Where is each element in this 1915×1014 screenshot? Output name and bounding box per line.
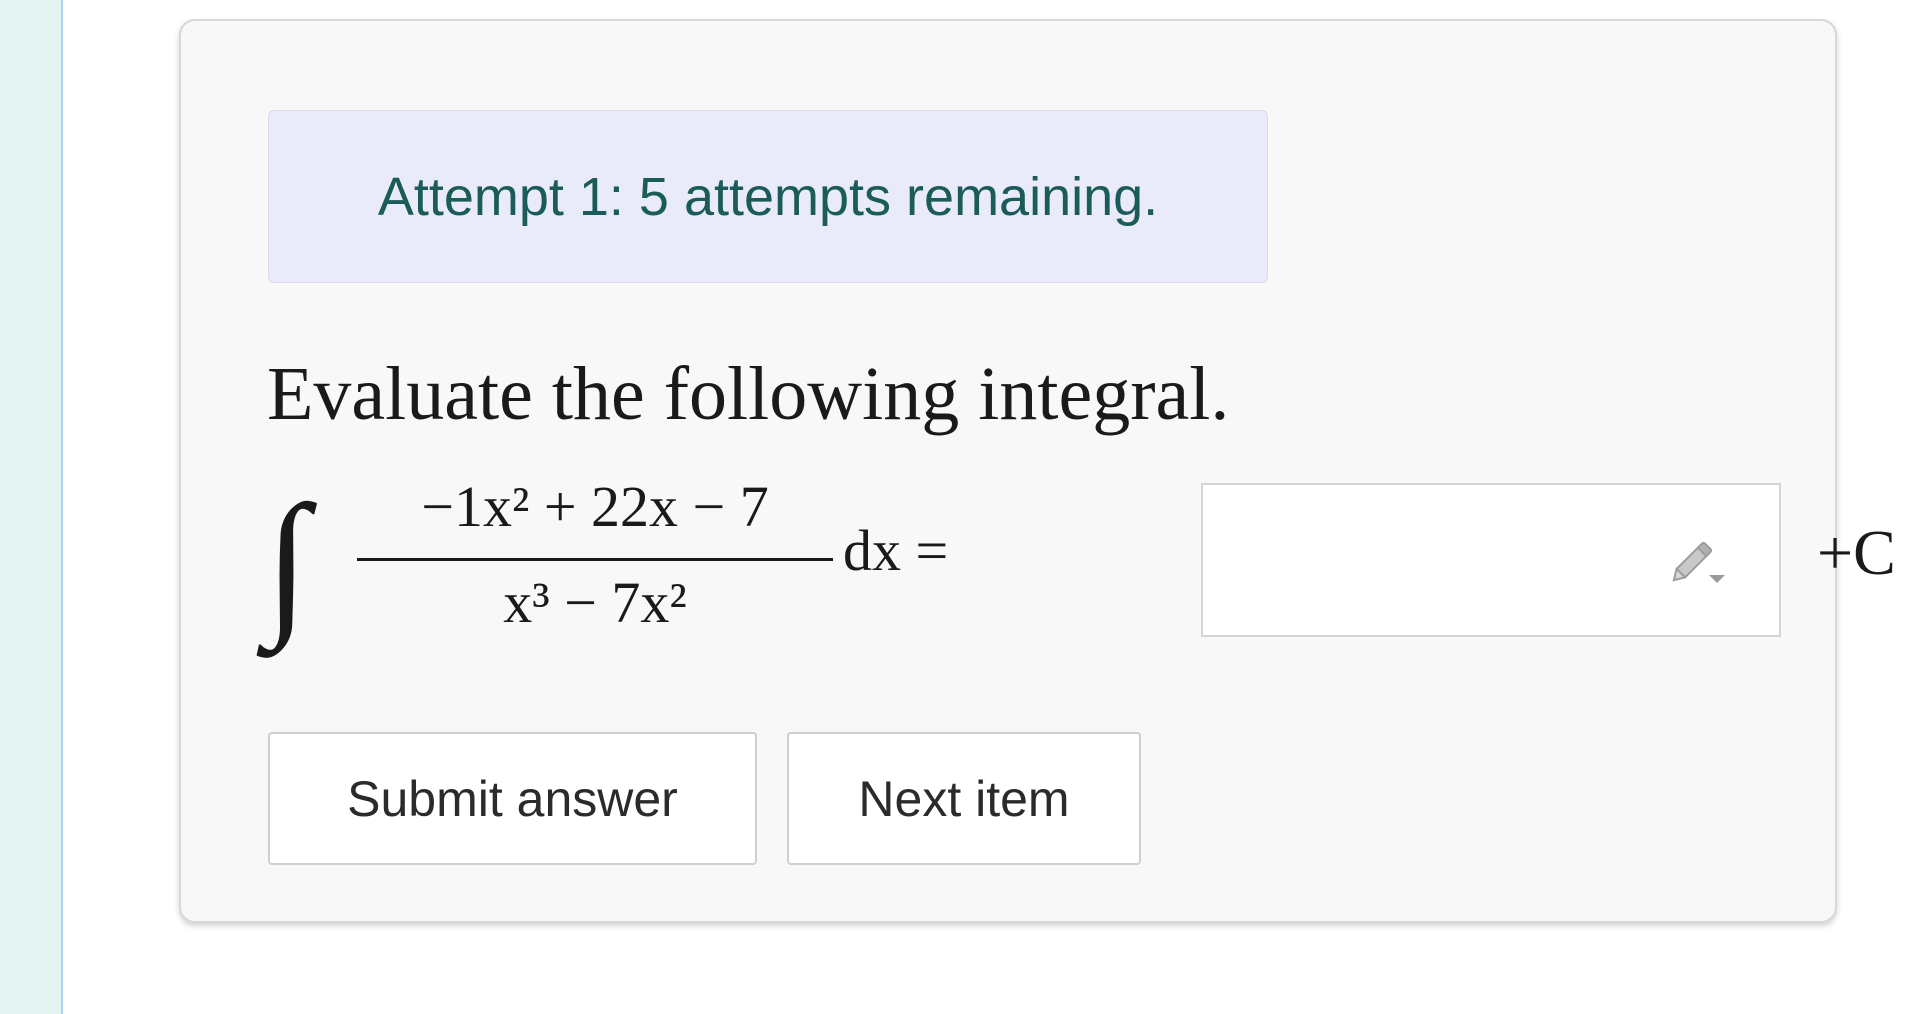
fraction-denominator: x³ − 7x² xyxy=(503,570,687,635)
submit-answer-button[interactable]: Submit answer xyxy=(268,732,757,865)
constant-of-integration: +C xyxy=(1817,517,1896,588)
pencil-icon[interactable] xyxy=(1669,529,1729,589)
fraction-numerator: −1x² + 22x − 7 xyxy=(421,474,769,539)
next-item-button[interactable]: Next item xyxy=(787,732,1141,865)
dx-equals: dx = xyxy=(843,518,949,583)
attempt-status-text: Attempt 1: 5 attempts remaining. xyxy=(377,166,1159,227)
answer-input[interactable] xyxy=(1201,483,1781,637)
fraction-bar xyxy=(357,558,833,561)
left-sidebar-strip xyxy=(0,0,63,1014)
integral-expression: ∫ −1x² + 22x − 7 x³ − 7x² dx = xyxy=(265,461,1285,661)
question-card: Attempt 1: 5 attempts remaining. Evaluat… xyxy=(179,19,1896,923)
integral-sign: ∫ xyxy=(265,472,309,650)
attempt-status-banner: Attempt 1: 5 attempts remaining. xyxy=(268,110,1268,283)
question-prompt: Evaluate the following integral. xyxy=(267,352,1230,436)
